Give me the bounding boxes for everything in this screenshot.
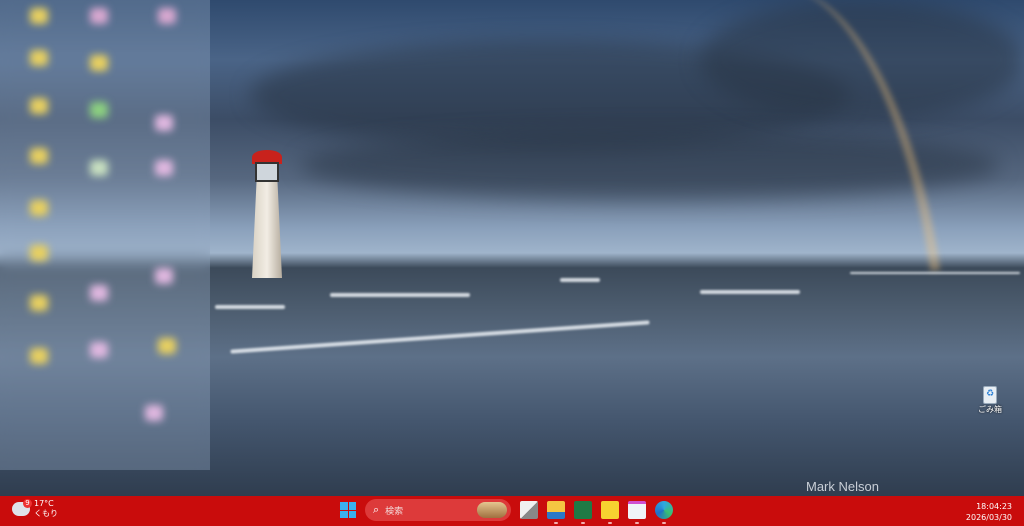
wallpaper-author-credit: Mark Nelson xyxy=(806,479,879,494)
weather-widget[interactable]: 9 17°C くもり xyxy=(12,499,58,519)
cloud-weather-icon: 9 xyxy=(12,499,32,516)
search-box[interactable]: ⌕ 検索 xyxy=(365,499,511,521)
wave xyxy=(230,320,650,354)
wave xyxy=(560,278,600,282)
weather-badge: 9 xyxy=(23,499,32,508)
sticky-notes-icon[interactable] xyxy=(601,501,619,524)
start-button[interactable] xyxy=(340,502,356,518)
weather-condition: くもり xyxy=(34,509,58,518)
desktop-icon-recycle-bin[interactable]: ごみ箱 xyxy=(974,386,1006,415)
wave xyxy=(215,305,285,309)
clock-date: 2026/03/30 xyxy=(965,513,1012,522)
wave xyxy=(700,290,800,294)
blurred-desktop-icons xyxy=(0,0,210,470)
clock-time: 18:04:23 xyxy=(976,502,1012,511)
desktop-icon-label: ごみ箱 xyxy=(978,405,1002,414)
recycle-bin-icon xyxy=(983,386,997,404)
desktop[interactable]: ごみ箱 Mark Nelson xyxy=(0,0,1024,496)
search-placeholder: 検索 xyxy=(385,506,404,517)
search-icon: ⌕ xyxy=(373,503,380,516)
edge-icon[interactable] xyxy=(655,501,673,524)
folder-icon[interactable] xyxy=(547,501,565,524)
excel-icon[interactable] xyxy=(574,501,592,524)
notepad-icon[interactable] xyxy=(628,501,646,524)
search-highlight-image xyxy=(477,502,507,518)
wave xyxy=(850,272,1020,274)
wave xyxy=(330,293,470,297)
task-view-icon[interactable] xyxy=(520,501,538,519)
system-clock[interactable]: 18:04:23 2026/03/30 xyxy=(966,501,1012,523)
lighthouse xyxy=(248,150,286,280)
taskbar: 9 17°C くもり ⌕ 検索 18:04:23 2026/03/30 xyxy=(0,496,1024,526)
weather-temperature: 17°C xyxy=(34,499,54,508)
